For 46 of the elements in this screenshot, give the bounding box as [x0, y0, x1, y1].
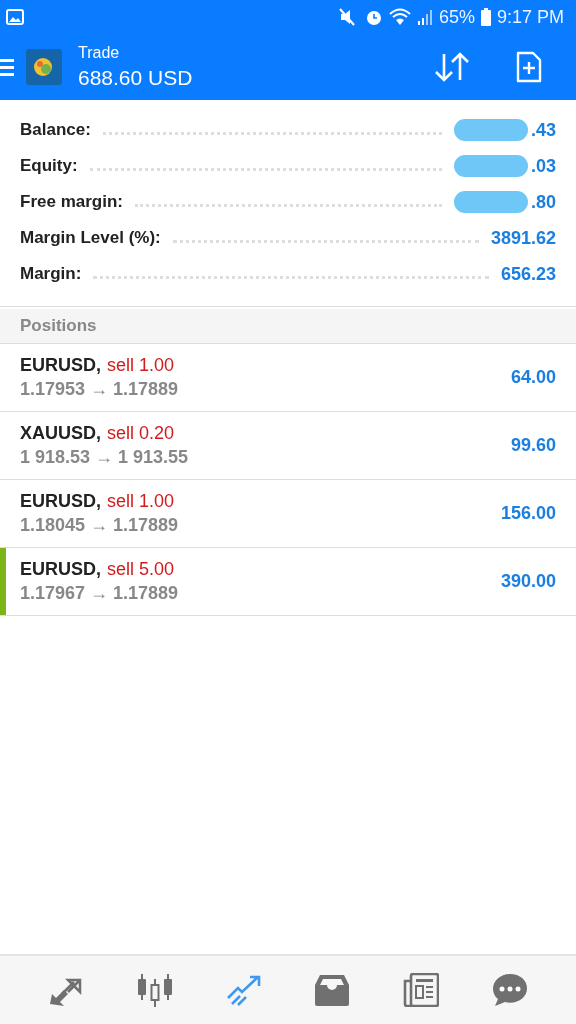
position-side: sell 0.20: [107, 423, 175, 444]
summary-label: Balance:: [20, 120, 91, 140]
summary-label: Equity:: [20, 156, 78, 176]
summary-value: 3891.62: [490, 227, 556, 249]
position-profit: 99.60: [510, 435, 556, 456]
summary-label: Margin Level (%):: [20, 228, 161, 248]
position-profit: 390.00: [500, 571, 556, 592]
sort-icon[interactable]: [434, 52, 470, 82]
summary-label: Free margin:: [20, 192, 123, 212]
position-prices: 1.18045 → 1.17889: [20, 515, 180, 536]
section-title: Positions: [20, 316, 97, 336]
position-side: sell 1.00: [107, 355, 175, 376]
position-side: sell 1.00: [107, 491, 175, 512]
newspaper-icon[interactable]: [402, 973, 439, 1007]
position-prices: 1.17953 → 1.17889: [20, 379, 180, 400]
app-logo-icon: [26, 49, 62, 85]
chat-icon[interactable]: [491, 973, 528, 1007]
account-balance: 688.60 USD: [78, 66, 193, 90]
inbox-icon[interactable]: [314, 974, 351, 1006]
summary-value: 656.23: [500, 263, 556, 285]
alarm-icon: [364, 8, 383, 26]
position-symbol: XAUUSD,: [20, 423, 101, 444]
screen-title: Trade: [78, 44, 121, 62]
position-profit: 64.00: [510, 367, 556, 388]
position-side: sell 5.00: [107, 559, 175, 580]
position-row[interactable]: EURUSD, sell 5.00 1.17967 → 1.17889 390.00: [0, 548, 576, 616]
clock: 9:17 PM: [496, 6, 564, 28]
candlestick-icon[interactable]: [137, 973, 173, 1007]
position-symbol: EURUSD,: [20, 559, 101, 580]
trend-icon[interactable]: [225, 974, 262, 1006]
position-prices: 1 918.53 → 1 913.55: [20, 447, 190, 468]
summary-value: .80: [530, 191, 556, 213]
battery-percent: 65%: [438, 6, 475, 28]
position-symbol: EURUSD,: [20, 491, 101, 512]
battery-icon: [480, 8, 491, 26]
summary-label: Margin:: [20, 264, 82, 284]
new-order-icon[interactable]: [516, 51, 542, 83]
position-symbol: EURUSD,: [20, 355, 101, 376]
summary-value: .03: [530, 155, 556, 177]
image-icon: [6, 9, 24, 25]
menu-icon[interactable]: [0, 57, 14, 77]
signal-icon: [416, 8, 433, 26]
wifi-icon: [388, 8, 411, 26]
position-prices: 1.17967 → 1.17889: [20, 583, 180, 604]
position-profit: 156.00: [500, 503, 556, 524]
summary-value: .43: [530, 119, 556, 141]
